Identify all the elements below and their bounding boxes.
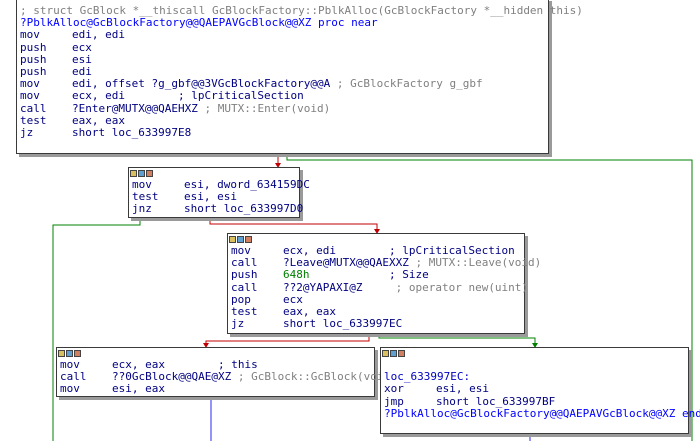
graph-icon[interactable] xyxy=(66,350,73,357)
code-block-check-cache[interactable]: mov esi, dword_634159DC test esi, esi jnz s… xyxy=(128,167,310,218)
asm-line: jnz short loc_633997D0 xyxy=(132,202,304,216)
asm-line: call ??2@YAPAXI@Z ; operator new(uint) xyxy=(231,280,529,294)
asm-line: mov esi, eax xyxy=(60,382,165,396)
asm-line: pop ecx xyxy=(231,292,303,306)
location-label: loc_633997EC: xyxy=(384,370,471,384)
list-icon[interactable] xyxy=(398,350,405,357)
list-icon[interactable] xyxy=(146,170,153,177)
asm-line: jmp short loc_633997BF xyxy=(384,394,556,408)
color-icon[interactable] xyxy=(382,350,389,357)
graph-icon[interactable] xyxy=(390,350,397,357)
asm-line: mov edi, edi xyxy=(20,28,125,42)
proc-endp-line: ?PblkAlloc@GcBlockFactory@@QAEPAVGcBlock… xyxy=(384,406,700,420)
list-icon[interactable] xyxy=(245,236,252,243)
code-block-loc-633997ec[interactable]: loc_633997EC: xor esi, esi jmp short loc_6… xyxy=(380,347,700,434)
asm-line: jz short loc_633997E8 xyxy=(20,125,192,139)
edge-red-block2-block3 xyxy=(209,218,378,232)
edge-green-block3-block5 xyxy=(378,334,536,346)
edge-green-block2-left xyxy=(52,218,141,441)
code-block-allocate[interactable]: mov ecx, edi ; lpCriticalSection call ?Lea… xyxy=(227,233,541,334)
code-block-construct-gcblock[interactable]: mov ecx, eax ; this call ??0GcBlock@@QAE@X… xyxy=(56,347,397,397)
graph-icon[interactable] xyxy=(237,236,244,243)
color-icon[interactable] xyxy=(229,236,236,243)
color-icon[interactable] xyxy=(58,350,65,357)
color-icon[interactable] xyxy=(130,170,137,177)
list-icon[interactable] xyxy=(74,350,81,357)
asm-line: jz short loc_633997EC xyxy=(231,317,403,331)
block-header xyxy=(381,348,688,359)
graph-icon[interactable] xyxy=(138,170,145,177)
asm-line: push esi xyxy=(20,52,92,66)
code-block-pblkalloc-entry[interactable]: ; struct GcBlock *__thiscall GcBlockFact… xyxy=(16,0,583,154)
asm-line: call ??0GcBlock@@QAE@XZ ; GcBlock::GcBloc… xyxy=(60,370,397,384)
edge-red-block3-block4 xyxy=(205,334,370,346)
asm-line: push ecx xyxy=(20,40,92,54)
